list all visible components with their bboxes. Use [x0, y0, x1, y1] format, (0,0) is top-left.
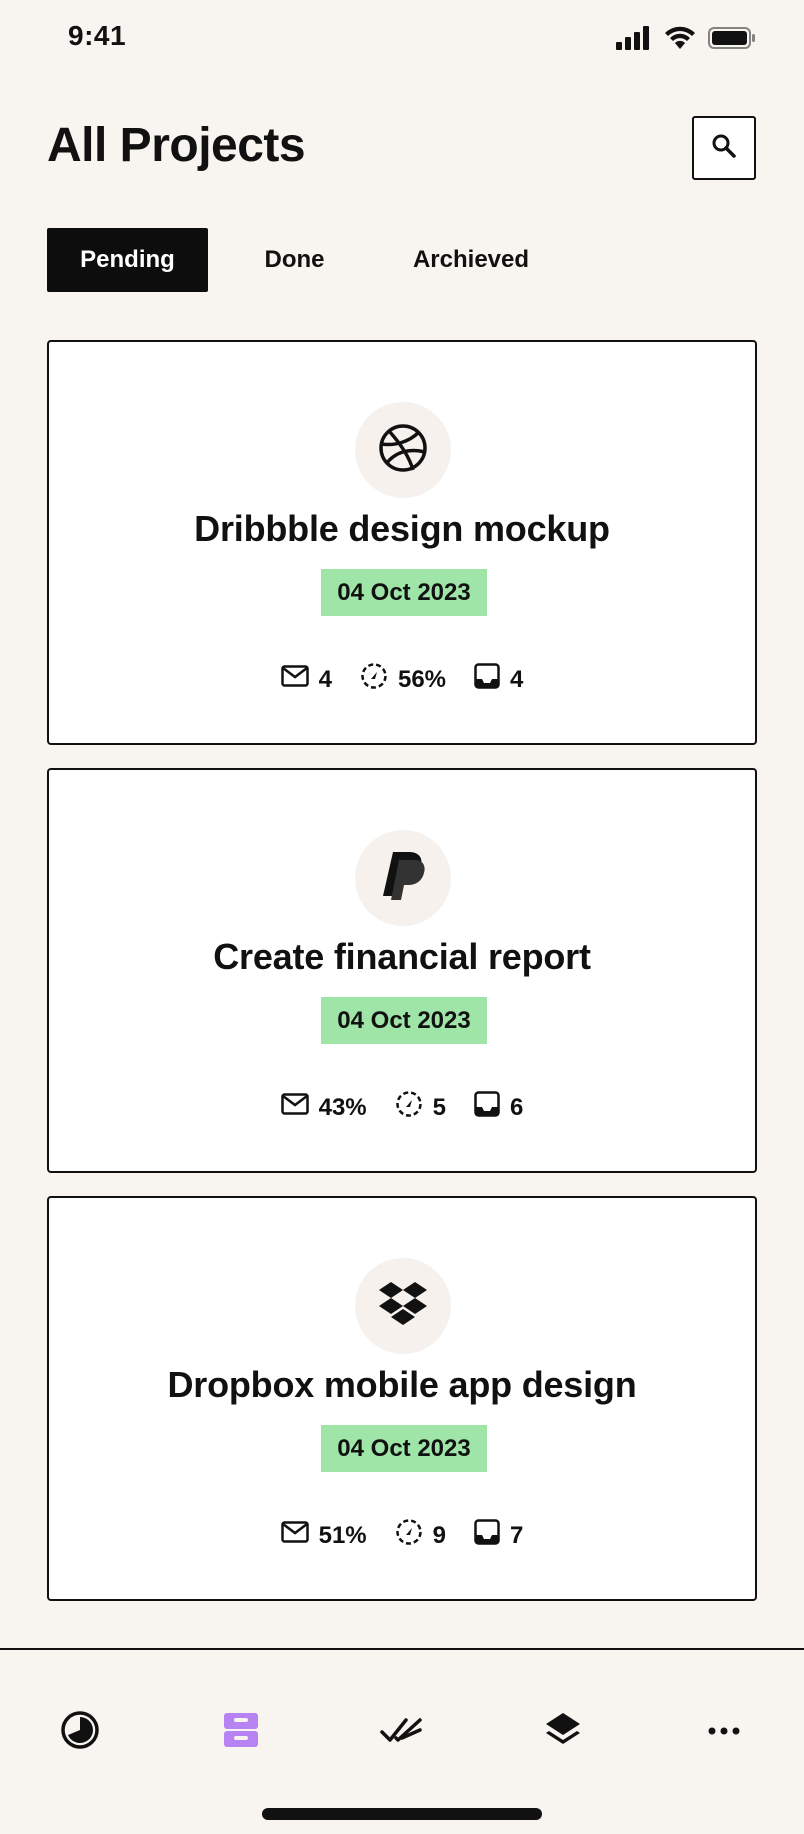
- wifi-icon: [664, 26, 696, 55]
- project-card[interactable]: Create financial report 04 Oct 2023 43% …: [47, 768, 757, 1173]
- inbox-tray-icon: [474, 663, 500, 696]
- nav-tasks-done[interactable]: [374, 1704, 430, 1760]
- stat-value: 6: [510, 1093, 524, 1121]
- project-title: Create financial report: [213, 936, 591, 977]
- projects-icon: [221, 1710, 261, 1755]
- stat-value: 7: [510, 1521, 524, 1549]
- project-card[interactable]: Dropbox mobile app design 04 Oct 2023 51…: [47, 1196, 757, 1601]
- project-stats: 51% 9 7: [49, 1518, 755, 1553]
- tab-pending[interactable]: Pending: [47, 228, 208, 292]
- stat-value: 9: [432, 1521, 447, 1549]
- project-logo: [355, 402, 451, 498]
- stat-value: 43%: [318, 1093, 367, 1121]
- due-date-badge: 04 Oct 2023: [321, 1425, 487, 1472]
- cellular-signal-icon: [616, 26, 652, 55]
- inbox-tray-icon: [474, 1091, 500, 1124]
- due-date-badge: 04 Oct 2023: [321, 569, 487, 616]
- search-icon: [711, 133, 737, 164]
- battery-icon: [708, 26, 756, 55]
- paypal-icon: [379, 850, 427, 907]
- progress-dial-icon: [360, 662, 388, 697]
- page-title: All Projects: [47, 119, 306, 172]
- home-indicator: [262, 1808, 542, 1820]
- stat-messages: 51%: [280, 1521, 367, 1550]
- tab-done[interactable]: Done: [208, 228, 381, 292]
- project-stats: 4 56% 4: [49, 662, 755, 697]
- layers-icon: [543, 1710, 583, 1755]
- mail-icon: [280, 665, 309, 694]
- status-time: 9:41: [68, 20, 127, 51]
- status-bar: 9:41: [0, 0, 804, 80]
- project-stats: 43% 5 6: [49, 1090, 755, 1125]
- dribbble-icon: [377, 422, 429, 479]
- stat-value: 51%: [318, 1521, 367, 1549]
- projects-screen: 9:41 All Projects Pending Done Archieved…: [0, 0, 804, 1834]
- stat-progress: 56%: [360, 662, 446, 697]
- dropbox-icon: [377, 1280, 429, 1333]
- project-card[interactable]: Dribbble design mockup 04 Oct 2023 4 56%…: [47, 340, 757, 745]
- due-date-badge: 04 Oct 2023: [321, 997, 487, 1044]
- more-icon: [708, 1723, 740, 1741]
- nav-more[interactable]: [696, 1704, 752, 1760]
- stat-messages: 43%: [280, 1093, 367, 1122]
- project-logo: [355, 830, 451, 926]
- project-title: Dropbox mobile app design: [167, 1364, 637, 1405]
- stat-files: 7: [474, 1519, 523, 1552]
- project-logo: [355, 1258, 451, 1354]
- stat-progress: 5: [395, 1090, 446, 1125]
- stat-value: 56%: [397, 665, 447, 693]
- stat-value: 4: [510, 665, 524, 693]
- stat-messages: 4: [280, 665, 332, 694]
- project-title: Dribbble design mockup: [194, 508, 610, 549]
- nav-dashboard[interactable]: [52, 1704, 108, 1760]
- nav-layers[interactable]: [535, 1704, 591, 1760]
- mail-icon: [280, 1521, 309, 1550]
- status-icons: [616, 26, 756, 55]
- bottom-nav: [0, 1650, 804, 1834]
- nav-projects[interactable]: [213, 1704, 269, 1760]
- stat-files: 4: [474, 663, 523, 696]
- progress-dial-icon: [395, 1090, 423, 1125]
- tab-archived[interactable]: Archieved: [381, 228, 561, 292]
- progress-dial-icon: [395, 1518, 423, 1553]
- stat-value: 5: [432, 1093, 447, 1121]
- stat-files: 6: [474, 1091, 523, 1124]
- dashboard-icon: [60, 1710, 100, 1755]
- inbox-tray-icon: [474, 1519, 500, 1552]
- mail-icon: [280, 1093, 309, 1122]
- stat-value: 4: [318, 665, 332, 693]
- stat-progress: 9: [395, 1518, 446, 1553]
- tasks-done-icon: [380, 1714, 424, 1751]
- search-button[interactable]: [692, 116, 756, 180]
- project-tabs: Pending Done Archieved: [47, 228, 561, 292]
